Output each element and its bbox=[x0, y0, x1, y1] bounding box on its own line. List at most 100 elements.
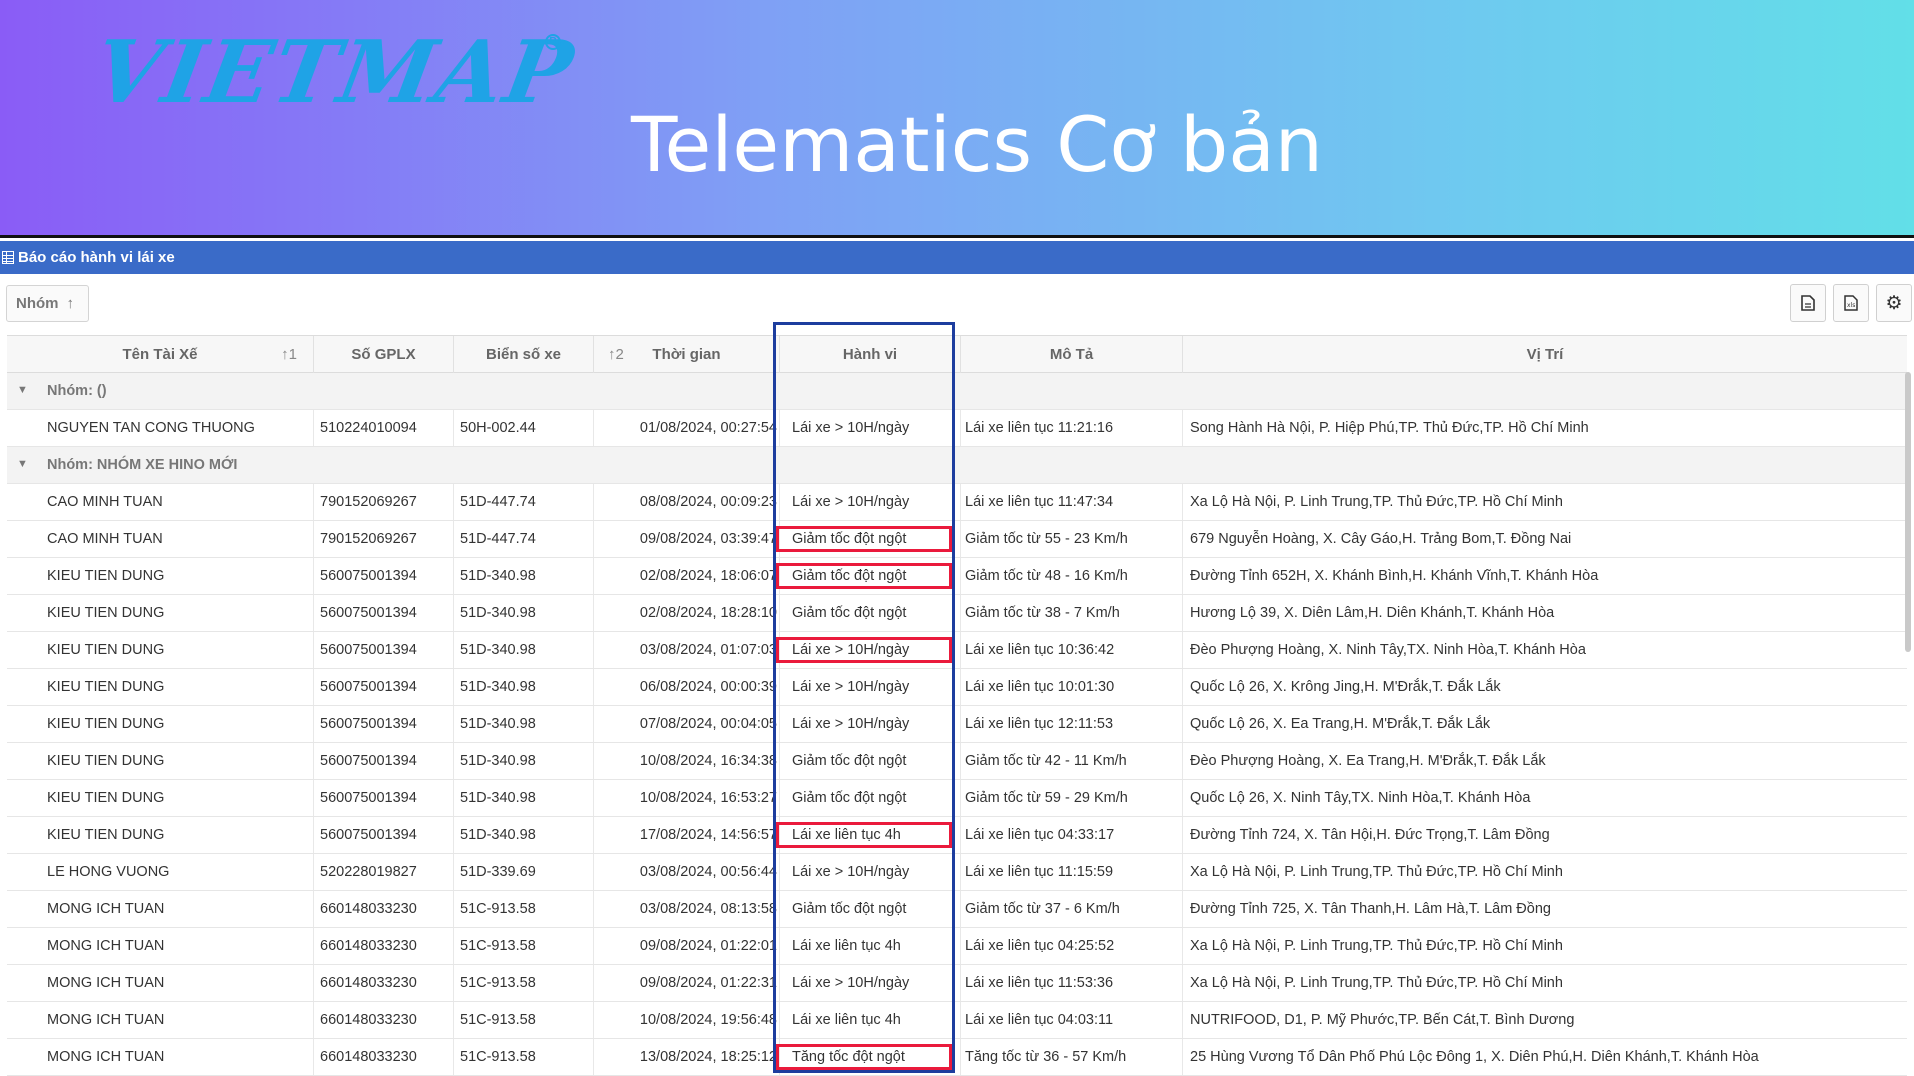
location-cell: Hương Lộ 39, X. Diên Lâm,H. Diên Khánh,T… bbox=[1182, 595, 1907, 631]
group-label: Nhóm: () bbox=[47, 383, 107, 399]
behavior-cell: Giảm tốc đột ngột bbox=[779, 780, 960, 816]
license-cell: 660148033230 bbox=[313, 928, 453, 964]
table-row[interactable]: MONG ICH TUAN 660148033230 51C-913.58 13/08… bbox=[7, 1039, 1907, 1076]
location-cell: 679 Nguyễn Hoàng, X. Cây Gáo,H. Trảng Bo… bbox=[1182, 521, 1907, 557]
license-cell: 560075001394 bbox=[313, 595, 453, 631]
column-description[interactable]: Mô Tả bbox=[960, 336, 1182, 373]
table-row[interactable]: KIEU TIEN DUNG 560075001394 51D-340.98 02/0… bbox=[7, 558, 1907, 595]
description-cell: Lái xe liên tục 10:01:30 bbox=[960, 669, 1182, 705]
table-row[interactable]: LE HONG VUONG 520228019827 51D-339.69 03/08… bbox=[7, 854, 1907, 891]
export-file-button[interactable] bbox=[1790, 284, 1826, 322]
description-cell: Giảm tốc từ 37 - 6 Km/h bbox=[960, 891, 1182, 927]
behavior-cell: Lái xe liên tục 4h bbox=[779, 817, 960, 853]
behavior-cell: Giảm tốc đột ngột bbox=[779, 521, 960, 557]
behavior-cell: Tăng tốc đột ngột bbox=[779, 1039, 960, 1075]
license-cell: 510224010094 bbox=[313, 410, 453, 446]
driver-name-cell: MONG ICH TUAN bbox=[47, 901, 165, 917]
collapse-caret-icon[interactable]: ▼ bbox=[17, 447, 28, 481]
plate-cell: 51D-340.98 bbox=[453, 743, 593, 779]
driver-name-cell: KIEU TIEN DUNG bbox=[47, 827, 165, 843]
sort-indicator: ↑2 bbox=[608, 346, 624, 363]
behavior-cell: Lái xe > 10H/ngày bbox=[779, 669, 960, 705]
description-cell: Lái xe liên tục 11:53:36 bbox=[960, 965, 1182, 1001]
report-title-bar: Báo cáo hành vi lái xe bbox=[0, 241, 1914, 274]
description-cell: Lái xe liên tục 10:36:42 bbox=[960, 632, 1182, 668]
description-cell: Giảm tốc từ 55 - 23 Km/h bbox=[960, 521, 1182, 557]
group-by-chip[interactable]: Nhóm ↑ bbox=[6, 285, 89, 322]
sort-indicator: ↑1 bbox=[281, 346, 297, 363]
location-cell: Song Hành Hà Nội, P. Hiệp Phú,TP. Thủ Đứ… bbox=[1182, 410, 1907, 446]
location-cell: Quốc Lộ 26, X. Ea Trang,H. M'Đrắk,T. Đắk… bbox=[1182, 706, 1907, 742]
group-label: Nhóm: NHÓM XE HINO MỚI bbox=[47, 457, 238, 473]
table-row[interactable]: MONG ICH TUAN 660148033230 51C-913.58 03/08… bbox=[7, 891, 1907, 928]
table-row[interactable]: KIEU TIEN DUNG 560075001394 51D-340.98 03/0… bbox=[7, 632, 1907, 669]
location-cell: Xa Lộ Hà Nội, P. Linh Trung,TP. Thủ Đức,… bbox=[1182, 484, 1907, 520]
column-label: Biển số xe bbox=[485, 346, 562, 363]
column-driver-name[interactable]: Tên Tài Xế ↑1 bbox=[7, 336, 313, 373]
behavior-cell: Lái xe liên tục 4h bbox=[779, 1002, 960, 1038]
table-row[interactable]: MONG ICH TUAN 660148033230 51C-913.58 09/08… bbox=[7, 965, 1907, 1002]
column-behavior[interactable]: Hành vi bbox=[779, 336, 960, 373]
table-header: Tên Tài Xế ↑1 Số GPLX Biển số xe ↑2 Thời… bbox=[7, 335, 1907, 373]
license-cell: 660148033230 bbox=[313, 1039, 453, 1075]
sort-arrow-icon[interactable]: ↑ bbox=[67, 295, 75, 312]
table-row[interactable]: KIEU TIEN DUNG 560075001394 51D-340.98 17/0… bbox=[7, 817, 1907, 854]
column-plate[interactable]: Biển số xe bbox=[453, 336, 593, 373]
table-row[interactable]: KIEU TIEN DUNG 560075001394 51D-340.98 02/0… bbox=[7, 595, 1907, 632]
column-label: Mô Tả bbox=[1049, 346, 1094, 363]
table-row[interactable]: KIEU TIEN DUNG 560075001394 51D-340.98 10/0… bbox=[7, 743, 1907, 780]
license-cell: 560075001394 bbox=[313, 780, 453, 816]
group-row[interactable]: ▼ Nhóm: NHÓM XE HINO MỚI bbox=[7, 447, 1907, 484]
plate-cell: 51D-340.98 bbox=[453, 595, 593, 631]
driver-name-cell: KIEU TIEN DUNG bbox=[47, 642, 165, 658]
driver-name-cell: KIEU TIEN DUNG bbox=[47, 790, 165, 806]
time-cell: 07/08/2024, 00:04:05 bbox=[593, 706, 779, 742]
group-row[interactable]: ▼ Nhóm: () bbox=[7, 373, 1907, 410]
time-cell: 03/08/2024, 01:07:03 bbox=[593, 632, 779, 668]
driver-name-cell: CAO MINH TUAN bbox=[47, 531, 163, 547]
plate-cell: 51C-913.58 bbox=[453, 965, 593, 1001]
table-row[interactable]: KIEU TIEN DUNG 560075001394 51D-340.98 10/0… bbox=[7, 780, 1907, 817]
table-row[interactable]: CAO MINH TUAN 790152069267 51D-447.74 09/08… bbox=[7, 521, 1907, 558]
table-row[interactable]: CAO MINH TUAN 790152069267 51D-447.74 08/08… bbox=[7, 484, 1907, 521]
collapse-caret-icon[interactable]: ▼ bbox=[17, 373, 28, 407]
location-cell: Quốc Lộ 26, X. Krông Jing,H. M'Đrắk,T. Đ… bbox=[1182, 669, 1907, 705]
driver-name-cell: MONG ICH TUAN bbox=[47, 938, 165, 954]
location-cell: Xa Lộ Hà Nội, P. Linh Trung,TP. Thủ Đức,… bbox=[1182, 965, 1907, 1001]
plate-cell: 51D-340.98 bbox=[453, 780, 593, 816]
location-cell: 25 Hùng Vương Tổ Dân Phố Phú Lộc Đông 1,… bbox=[1182, 1039, 1907, 1075]
table-icon bbox=[2, 251, 14, 264]
time-cell: 08/08/2024, 00:09:23 bbox=[593, 484, 779, 520]
description-cell: Lái xe liên tục 04:33:17 bbox=[960, 817, 1182, 853]
column-license[interactable]: Số GPLX bbox=[313, 336, 453, 373]
column-label: Thời gian bbox=[652, 346, 721, 363]
table-row[interactable]: KIEU TIEN DUNG 560075001394 51D-340.98 07/0… bbox=[7, 706, 1907, 743]
license-cell: 560075001394 bbox=[313, 743, 453, 779]
plate-cell: 51C-913.58 bbox=[453, 1002, 593, 1038]
column-location[interactable]: Vị Trí bbox=[1182, 336, 1907, 373]
driver-name-cell: KIEU TIEN DUNG bbox=[47, 716, 165, 732]
table-row[interactable]: KIEU TIEN DUNG 560075001394 51D-340.98 06/0… bbox=[7, 669, 1907, 706]
table-row[interactable]: MONG ICH TUAN 660148033230 51C-913.58 10/08… bbox=[7, 1002, 1907, 1039]
driver-name-cell: MONG ICH TUAN bbox=[47, 975, 165, 991]
behavior-cell: Giảm tốc đột ngột bbox=[779, 891, 960, 927]
table-row[interactable]: NGUYEN TAN CONG THUONG 510224010094 50H-00… bbox=[7, 410, 1907, 447]
behavior-cell: Lái xe > 10H/ngày bbox=[779, 484, 960, 520]
license-cell: 560075001394 bbox=[313, 669, 453, 705]
driver-name-cell: MONG ICH TUAN bbox=[47, 1012, 165, 1028]
table-row[interactable]: MONG ICH TUAN 660148033230 51C-913.58 09/08… bbox=[7, 928, 1907, 965]
plate-cell: 51D-340.98 bbox=[453, 706, 593, 742]
description-cell: Lái xe liên tục 04:25:52 bbox=[960, 928, 1182, 964]
driver-name-cell: LE HONG VUONG bbox=[47, 864, 170, 880]
location-cell: Đèo Phượng Hoàng, X. Ea Trang,H. M'Đrắk,… bbox=[1182, 743, 1907, 779]
settings-button[interactable]: ⚙ bbox=[1876, 284, 1912, 322]
time-cell: 17/08/2024, 14:56:57 bbox=[593, 817, 779, 853]
plate-cell: 51D-447.74 bbox=[453, 521, 593, 557]
registered-icon: R bbox=[545, 34, 561, 50]
description-cell: Giảm tốc từ 48 - 16 Km/h bbox=[960, 558, 1182, 594]
column-time[interactable]: ↑2 Thời gian bbox=[593, 336, 779, 373]
banner: VIETMAP R Telematics Cơ bản bbox=[0, 0, 1914, 236]
driver-name-cell: KIEU TIEN DUNG bbox=[47, 679, 165, 695]
export-excel-button[interactable]: xls bbox=[1833, 284, 1869, 322]
vertical-scrollbar[interactable] bbox=[1905, 372, 1911, 652]
